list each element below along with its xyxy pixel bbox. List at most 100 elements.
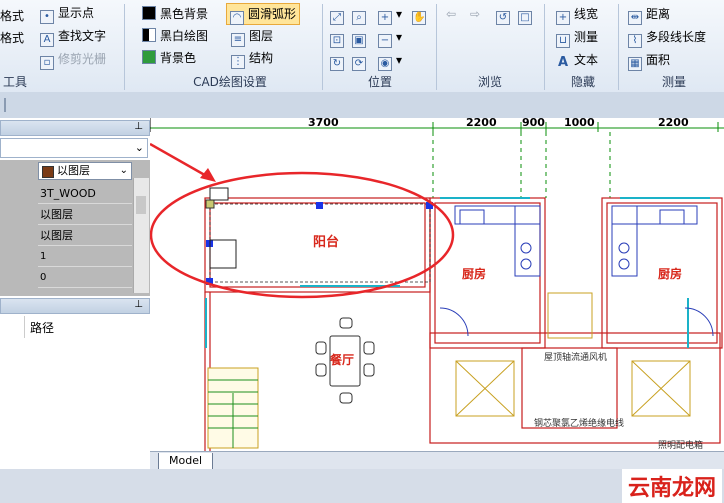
fit-button[interactable]: ⊡ — [330, 27, 348, 48]
object-selector[interactable]: ⌄ — [0, 138, 148, 158]
room-label-kitchen: 厨房 — [658, 266, 682, 281]
format-item-2[interactable]: 格式 — [0, 28, 24, 48]
ruler-icon: ⊔ — [556, 34, 570, 48]
area-button[interactable]: ▦ 面积 — [628, 50, 670, 71]
room-label-balcony: 阳台 — [313, 234, 339, 250]
structure-icon: ⋮ — [231, 55, 245, 69]
text-icon: A — [557, 55, 569, 70]
ribbon: 格式 格式 工具 • 显示点 A 查找文字 ▫ 修剪光栅 黑色背景 黑白绘图 背景色 … — [0, 0, 724, 93]
refresh-button[interactable]: ⟳ — [352, 50, 370, 71]
dim-label: 1000 — [564, 118, 595, 129]
zoom-window-icon: ⌕ — [352, 11, 366, 25]
format-item-1[interactable]: 格式 — [0, 6, 24, 26]
status-bar: 云南龙网 — [0, 469, 724, 503]
trim-grid-button[interactable]: ▫ 修剪光栅 — [40, 49, 106, 70]
property-row[interactable]: 0 — [38, 267, 132, 288]
color-swatch — [42, 166, 54, 178]
pin-icon[interactable]: ⊥ — [134, 121, 143, 132]
palette-icon — [142, 50, 156, 64]
property-row[interactable]: 以图层 — [38, 204, 132, 225]
room-label-kitchen: 厨房 — [462, 266, 486, 281]
line-width-button[interactable]: + 线宽 — [556, 4, 598, 25]
dim-label: 3700 — [308, 118, 339, 129]
group-measure-label: 测量 — [661, 75, 686, 89]
browse-open-button[interactable]: ↺ — [496, 4, 514, 25]
rotate-icon: ↻ — [330, 57, 344, 71]
group-tools-label: 工具 — [2, 75, 27, 89]
bw-icon — [142, 28, 156, 42]
color-dropdown[interactable]: 以图层 ⌄ — [38, 162, 132, 180]
show-points-button[interactable]: • 显示点 — [40, 3, 94, 24]
zoom-all-icon: ▣ — [352, 34, 366, 48]
zoom-window-button[interactable]: ⌕ — [352, 4, 370, 25]
separator — [124, 4, 125, 90]
properties-panel: ⊥ ⌄ 以图层 ⌄ 3T_WOOD 以图层 以图层 1 0 — [0, 118, 150, 296]
refresh-icon: ⟳ — [352, 57, 366, 71]
line-width-icon: + — [556, 11, 570, 25]
polyline-length-button[interactable]: ⌇ 多段线长度 — [628, 27, 706, 48]
area-icon: ▦ — [628, 57, 642, 71]
grip-handle[interactable] — [4, 98, 6, 112]
tab-model[interactable]: Model — [158, 453, 214, 470]
structure-button[interactable]: ⋮ 结构 — [231, 48, 273, 69]
find-text-button[interactable]: A 查找文字 — [40, 26, 106, 47]
chevron-down-icon: ⌄ — [134, 141, 144, 154]
annotation-arrow — [150, 142, 211, 180]
points-icon: • — [40, 10, 54, 24]
separator — [436, 4, 437, 90]
rotate-button[interactable]: ↻ — [330, 50, 348, 71]
view-button[interactable]: ◉ ▾ — [378, 50, 402, 71]
room-label-dining: 餐厅 — [330, 352, 354, 367]
pin-icon[interactable]: ⊥ — [134, 299, 143, 310]
browse-open-icon: ↺ — [496, 11, 510, 25]
distance-button[interactable]: ⇹ 距离 — [628, 4, 670, 25]
background-color-button[interactable]: 背景色 — [142, 48, 196, 68]
properties-panel-header[interactable]: ⊥ — [0, 120, 150, 136]
measure-hide-button[interactable]: ⊔ 测量 — [556, 27, 598, 48]
separator — [618, 4, 619, 90]
layers-button[interactable]: ≡ 图层 — [231, 26, 273, 47]
path-panel: ⊥ 路径 — [0, 296, 151, 469]
zoom-out-icon: − — [378, 34, 392, 48]
property-row[interactable]: 3T_WOOD — [38, 183, 132, 204]
layers-icon: ≡ — [231, 33, 245, 47]
bw-drawing-toggle[interactable]: 黑白绘图 — [142, 26, 208, 46]
zoom-out-button[interactable]: − ▾ — [378, 27, 402, 48]
property-row[interactable]: 1 — [38, 246, 132, 267]
secondary-toolbar — [0, 92, 724, 119]
trim-icon: ▫ — [40, 56, 54, 70]
property-row[interactable]: 以图层 — [38, 225, 132, 246]
browse-close-button[interactable]: □ — [518, 4, 536, 25]
layout-tabbar: Model — [150, 451, 724, 470]
dim-label: 900 — [522, 118, 545, 129]
group-hide-label: 隐藏 — [570, 75, 595, 89]
floor-plan[interactable]: 3700 2200 900 1000 2200 阳台 厨房 厨房 餐厅 屋顶轴流… — [150, 118, 724, 491]
annotation: 照明配电箱 — [658, 439, 703, 451]
arc-icon: ◠ — [230, 11, 244, 25]
fit-icon: ⊡ — [330, 34, 344, 48]
forward-button[interactable]: ⇨ — [470, 4, 480, 24]
distance-icon: ⇹ — [628, 11, 642, 25]
pan-button[interactable]: ✋ — [412, 4, 430, 25]
path-column-header[interactable]: 路径 — [0, 316, 150, 339]
zoom-extents-icon: ⤢ — [330, 11, 344, 25]
drawing-canvas[interactable]: 3700 2200 900 1000 2200 阳台 厨房 厨房 餐厅 屋顶轴流… — [150, 118, 724, 491]
annotation: 钢芯聚氯乙烯绝缘电线 — [534, 417, 624, 429]
back-button[interactable]: ⇦ — [446, 4, 456, 24]
black-background-toggle[interactable]: 黑色背景 — [142, 4, 208, 24]
zoom-in-icon: + — [378, 11, 392, 25]
separator — [544, 4, 545, 90]
text-hide-button[interactable]: A 文本 — [556, 50, 598, 70]
property-grid: 以图层 ⌄ 3T_WOOD 以图层 以图层 1 0 — [0, 160, 150, 296]
path-panel-header[interactable]: ⊥ — [0, 298, 150, 314]
scrollbar-thumb[interactable] — [136, 196, 146, 214]
zoom-all-button[interactable]: ▣ — [352, 27, 370, 48]
group-position-label: 位置 — [367, 75, 392, 89]
separator — [322, 4, 323, 90]
scrollbar[interactable] — [133, 178, 149, 293]
smooth-arc-toggle[interactable]: ◠ 圆滑弧形 — [226, 3, 301, 25]
annotation: 屋顶轴流通风机 — [544, 351, 607, 363]
zoom-in-button[interactable]: + ▾ — [378, 4, 402, 25]
path-list — [0, 338, 151, 469]
zoom-extents-button[interactable]: ⤢ — [330, 4, 348, 25]
